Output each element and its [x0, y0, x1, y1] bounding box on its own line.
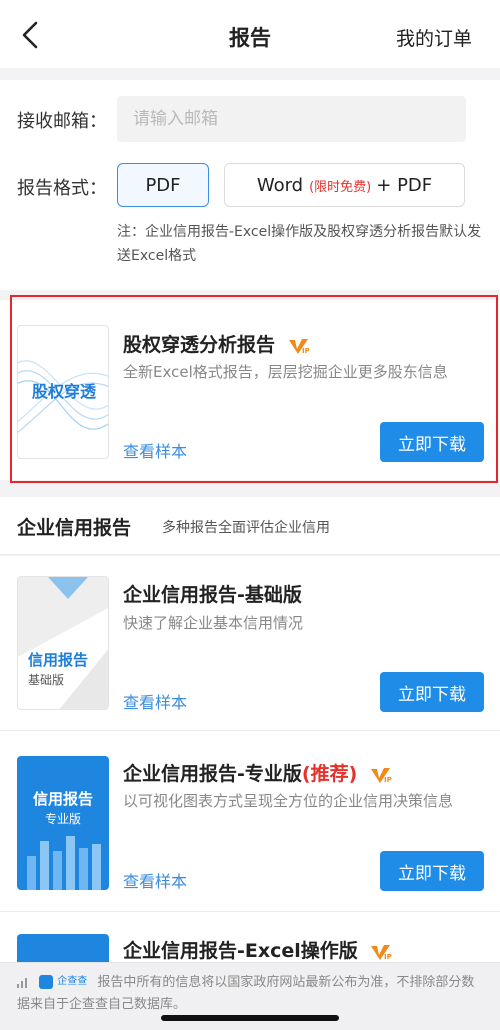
report-card-basic: 信用报告 基础版 企业信用报告-基础版 快速了解企业基本信用情况 查看样本 立即… — [0, 556, 500, 730]
basic-thumbnail: 信用报告 基础版 — [17, 576, 109, 710]
email-label: 接收邮箱： — [17, 111, 107, 132]
qcc-logo: 企查查 — [39, 971, 87, 994]
format-pdf-label: PDF — [145, 174, 181, 196]
footer-text: 企查查 报告中所有的信息将以国家政府网站最新公布为准，不排除部分数据来自于企查查… — [17, 971, 487, 1016]
excel-title-text: 企业信用报告-Excel操作版 — [123, 940, 358, 962]
pro-sample-link[interactable]: 查看样本 — [123, 868, 187, 892]
my-orders-link[interactable]: 我的订单 — [396, 24, 472, 51]
section-title: 企业信用报告 — [17, 517, 132, 539]
pro-thumb-sub: 专业版 — [44, 812, 81, 826]
vip-icon: IP — [370, 767, 392, 784]
pro-thumbnail: 信用报告 专业版 — [17, 756, 109, 890]
basic-thumb-title: 信用报告 — [28, 651, 89, 669]
delivery-form: 接收邮箱： 报告格式： PDF Word (限时免费) + PDF 注：企业信用… — [0, 80, 500, 290]
pro-title: 企业信用报告-专业版(推荐) IP — [123, 759, 392, 786]
basic-thumb-sub: 基础版 — [28, 673, 65, 687]
pro-thumb-title: 信用报告 — [32, 790, 93, 808]
home-indicator — [161, 1015, 339, 1021]
format-label: 报告格式： — [17, 178, 107, 199]
signal-icon — [17, 978, 27, 989]
basic-sample-link[interactable]: 查看样本 — [123, 689, 187, 713]
format-note: 注：企业信用报告-Excel操作版及股权穿透分析报告默认发送Excel格式 — [117, 224, 482, 264]
qcc-logo-text: 企查查 — [57, 976, 88, 987]
pro-title-text: 企业信用报告-专业版 — [123, 763, 302, 785]
format-word-plus: + PDF — [376, 174, 433, 196]
excel-title: 企业信用报告-Excel操作版 IP — [123, 936, 392, 963]
pro-download-button[interactable]: 立即下载 — [380, 851, 484, 891]
vip-icon: IP — [371, 944, 392, 961]
svg-text:IP: IP — [384, 953, 392, 961]
qcc-logo-mark — [39, 975, 54, 989]
format-pdf-button[interactable]: PDF — [117, 163, 209, 207]
report-card-pro: 信用报告 专业版 企业信用报告-专业版(推荐) IP 以可视化图表方式呈现全方位… — [0, 731, 500, 911]
svg-text:IP: IP — [384, 776, 392, 784]
credit-section-header: 企业信用报告 多种报告全面评估企业信用 — [0, 497, 500, 555]
nav-bar: 报告 我的订单 — [0, 0, 500, 68]
section-subtitle: 多种报告全面评估企业信用 — [162, 520, 330, 536]
pro-desc: 以可视化图表方式呈现全方位的企业信用决策信息 — [123, 792, 454, 810]
basic-title: 企业信用报告-基础版 — [123, 584, 302, 606]
recommended-tag: (推荐) — [301, 763, 358, 785]
highlight-frame — [10, 295, 498, 483]
basic-download-button[interactable]: 立即下载 — [380, 672, 484, 712]
format-word-label: Word — [256, 174, 304, 196]
format-word-button[interactable]: Word (限时免费) + PDF — [224, 163, 465, 207]
basic-desc: 快速了解企业基本信用情况 — [123, 614, 304, 632]
email-input[interactable] — [117, 96, 466, 142]
free-badge: (限时免费) — [309, 179, 372, 195]
